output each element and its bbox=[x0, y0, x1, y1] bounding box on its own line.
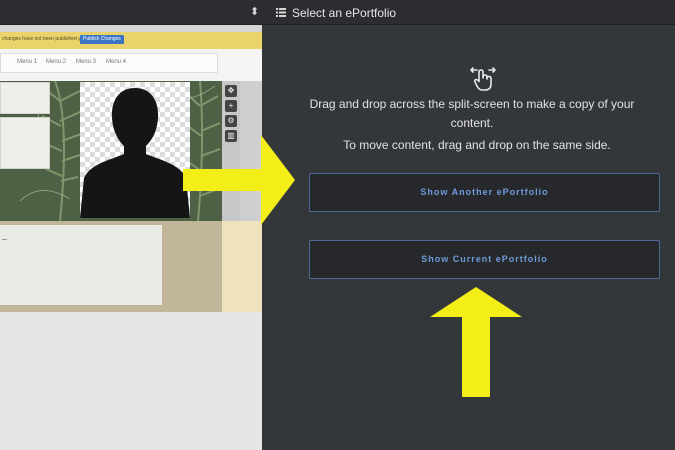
menu-item-1[interactable]: Menu 1 bbox=[17, 59, 37, 65]
menu-item-4[interactable]: Menu 4 bbox=[106, 59, 126, 65]
menu-item-3[interactable]: Menu 3 bbox=[76, 59, 96, 65]
page-footer-area bbox=[0, 312, 262, 450]
publish-changes-button[interactable]: Publish Changes bbox=[80, 35, 124, 44]
plus-icon[interactable]: + bbox=[225, 100, 237, 112]
copy-instruction: Drag and drop across the split-screen to… bbox=[309, 97, 635, 130]
header-title: Select an ePortfolio bbox=[292, 5, 397, 20]
move-instruction: To move content, drag and drop on the sa… bbox=[343, 138, 611, 152]
drag-gesture-icon bbox=[470, 67, 496, 91]
profile-placeholder-image[interactable] bbox=[80, 82, 190, 218]
site-menu-bar: Menu 1 Menu 2 Menu 3 Menu 4 bbox=[0, 53, 218, 73]
gear-icon[interactable]: ⚙ bbox=[225, 115, 237, 127]
show-another-eportfolio-button[interactable]: Show Another ePortfolio bbox=[309, 173, 660, 212]
list-icon bbox=[276, 8, 286, 17]
arrow-right-icon bbox=[183, 135, 295, 225]
eportfolio-preview-pane[interactable]: changes have not been published yet. Pub… bbox=[0, 25, 262, 450]
text-line bbox=[2, 239, 7, 240]
show-current-eportfolio-button[interactable]: Show Current ePortfolio bbox=[309, 240, 660, 279]
updown-chevron-icon[interactable]: ⬍ bbox=[250, 6, 259, 18]
text-block[interactable] bbox=[0, 225, 162, 305]
menu-item-2[interactable]: Menu 2 bbox=[46, 59, 66, 65]
notice-text: changes have not been published yet. bbox=[2, 36, 87, 42]
eportfolio-left-selector[interactable]: ⬍ bbox=[0, 0, 262, 25]
preview-top-strip bbox=[0, 25, 262, 32]
content-card[interactable] bbox=[0, 117, 50, 169]
right-pane-header: Select an ePortfolio bbox=[276, 0, 396, 25]
arrow-up-icon bbox=[430, 287, 522, 397]
top-bar: ⬍ Select an ePortfolio bbox=[0, 0, 675, 25]
unpublished-notice: changes have not been published yet. Pub… bbox=[0, 32, 262, 49]
move-icon[interactable]: ✥ bbox=[225, 85, 237, 97]
content-card[interactable] bbox=[0, 82, 50, 114]
